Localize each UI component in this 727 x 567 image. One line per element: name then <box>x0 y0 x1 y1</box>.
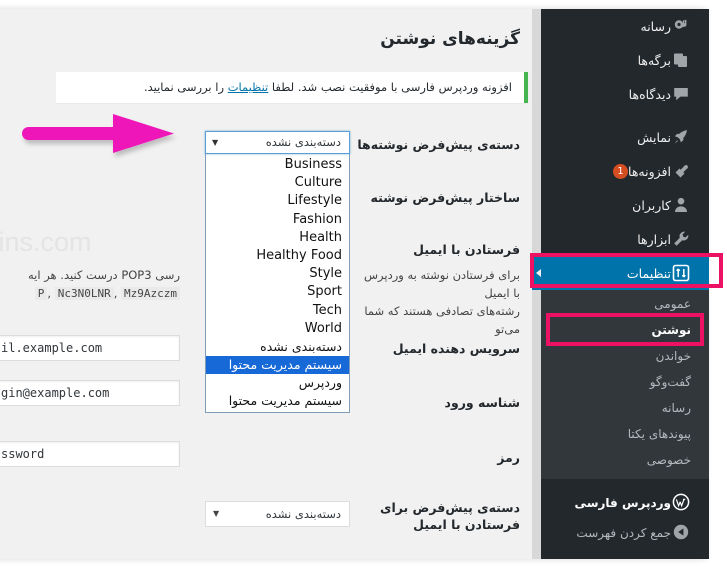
dropdown-option-12[interactable]: سیستم مدیریت محتوا <box>206 356 349 375</box>
update-count-badge: 1 <box>613 164 629 179</box>
notice-settings-link[interactable]: تنظیمات <box>228 80 269 94</box>
label-mail-server: سرویس دهنده ایمیل <box>392 341 520 356</box>
label-password: رمز <box>497 450 520 465</box>
post-via-email-description-left: رسی POP3 درست کنید. هر ایه P, Nc3N0LNR, … <box>5 266 180 303</box>
chevron-down-icon: ▼ <box>213 509 220 518</box>
desc-left-line-1: رسی POP3 درست کنید. هر ایه <box>28 268 180 282</box>
sidebar-item-label: کاربران <box>632 197 671 213</box>
screenshot-root: گزینه‌های نوشتن افزونه وردپرس فارسی با م… <box>0 0 727 567</box>
default-category-option-list[interactable]: Business Culture Lifestyle Fashion Health Hea… <box>205 154 350 413</box>
label-login-name: شناسه ورود <box>444 395 520 410</box>
success-notice: افزونه وردپرس فارسی با موفقیت نصب شد. لط… <box>56 72 528 103</box>
sidebar-footer-label: جمع کردن فهرست <box>576 525 671 540</box>
dropdown-option-14[interactable]: سیستم مدیریت محتوا <box>206 392 349 410</box>
tools-icon <box>671 229 691 249</box>
wp-fa-icon <box>671 492 691 512</box>
submenu-item-3[interactable]: خواندن <box>532 343 709 369</box>
sidebar-item-label: تنظیمات <box>626 265 671 281</box>
submenu-item-5[interactable]: رسانه <box>532 395 709 421</box>
login-name-input[interactable]: gin@example.com <box>0 380 180 406</box>
admin-sidebar: رسانه برگه‌ها دیدگاه‌ها نمایش افزونه‌ها1 کارب… <box>532 9 709 559</box>
default-category-dropdown[interactable]: ▼ دسته‌بندی نشده Business Culture Lifestyl… <box>205 131 350 413</box>
notice-text-after: را بررسی نمایید. <box>143 80 228 94</box>
sidebar-menu: رسانه برگه‌ها دیدگاه‌ها نمایش افزونه‌ها1 کارب… <box>532 9 709 290</box>
label-default-post-format: ساختار پیش‌فرض نوشته <box>370 190 520 205</box>
dropdown-option-9[interactable]: Tech <box>206 302 349 320</box>
dropdown-option-6[interactable]: Healthy Food <box>206 247 349 265</box>
submenu-item-1[interactable]: عمومی <box>532 291 709 317</box>
default-category-select-trigger[interactable]: ▼ دسته‌بندی نشده <box>205 131 350 154</box>
comments-icon <box>671 84 691 104</box>
sidebar-item-label: رسانه <box>640 18 672 34</box>
submenu-item-4[interactable]: گفت‌وگو <box>532 369 709 395</box>
sidebar-spacer <box>532 479 709 487</box>
settings-submenu: عمومی نوشتن خواندن گفت‌وگو رسانه پیوندهای یکت… <box>532 290 709 479</box>
mail-server-input[interactable]: il.example.com <box>0 335 180 361</box>
sidebar-item-6[interactable]: کاربران <box>532 188 709 222</box>
dropdown-option-4[interactable]: Fashion <box>206 211 349 229</box>
collapse-icon <box>671 522 691 542</box>
sidebar-item-7[interactable]: ابزارها <box>532 222 709 256</box>
sidebar-item-8[interactable]: تنظیمات <box>532 256 709 290</box>
sidebar-item-1[interactable]: رسانه <box>532 9 709 43</box>
label-default-mail-category: دسته‌ی پیش‌فرض برای فرستادن با ایمیل <box>380 499 520 533</box>
default-category-selected-value: دسته‌بندی نشده <box>265 135 341 149</box>
dropdown-option-8[interactable]: Sport <box>206 283 349 301</box>
submenu-item-7[interactable]: خصوصی <box>532 447 709 473</box>
dropdown-option-11[interactable]: دسته‌بندی نشده <box>206 338 349 356</box>
sidebar-item-label: افزونه‌ها <box>628 163 671 179</box>
sidebar-item-label: دیدگاه‌ها <box>628 86 671 102</box>
sidebar-item-label: نمایش <box>637 129 671 145</box>
label-default-mail-category-line1: دسته‌ی پیش‌فرض برای <box>379 500 520 515</box>
sidebar-item-2[interactable]: برگه‌ها <box>532 43 709 77</box>
dropdown-option-3[interactable]: Lifestyle <box>206 192 349 210</box>
sidebar-item-label: برگه‌ها <box>637 52 671 68</box>
sidebar-footer-label: وردپرس فارسی <box>574 495 671 510</box>
notice-text-before: افزونه وردپرس فارسی با موفقیت نصب شد. لط… <box>268 80 512 94</box>
submenu-item-6[interactable]: پیوندهای یکتا <box>532 421 709 447</box>
sidebar-footer: وردپرس فارسی جمع کردن فهرست <box>532 487 709 547</box>
sidebar-item-5[interactable]: افزونه‌ها1 <box>532 154 709 188</box>
code-token-3: Mz9Azczm <box>121 287 180 300</box>
label-default-mail-category-line2: فرستادن با ایمیل <box>413 517 520 532</box>
password-input[interactable]: ssword <box>0 441 180 467</box>
chevron-down-icon: ▼ <box>212 138 219 147</box>
default-mail-category-value: دسته‌بندی نشده <box>265 507 341 521</box>
code-token-1: P <box>34 287 48 300</box>
sidebar-footer-item-2[interactable]: جمع کردن فهرست <box>532 517 709 547</box>
sidebar-item-4[interactable]: نمایش <box>532 120 709 154</box>
sidebar-item-3[interactable]: دیدگاه‌ها <box>532 77 709 111</box>
pages-icon <box>671 50 691 70</box>
media-icon <box>671 16 691 36</box>
code-sep-2: , <box>113 286 122 300</box>
dropdown-option-13[interactable]: وردپرس <box>206 374 349 392</box>
dropdown-option-1[interactable]: Business <box>206 156 349 174</box>
submenu-item-2[interactable]: نوشتن <box>532 317 709 343</box>
post-via-email-description: برای فرستادن نوشته به وردپرس با ایمیل رش… <box>360 266 520 338</box>
default-mail-category-select[interactable]: ▼ دسته‌بندی نشده <box>205 501 350 527</box>
code-sep-1: , <box>47 286 55 300</box>
plugins-icon <box>671 161 691 181</box>
desc-codes: P, Nc3N0LNR, Mz9Azczm <box>34 284 180 303</box>
appearance-icon <box>671 127 691 147</box>
sidebar-item-label: ابزارها <box>637 231 671 247</box>
sidebar-separator <box>532 111 709 120</box>
page-title: گزینه‌های نوشتن <box>380 29 520 49</box>
dropdown-option-2[interactable]: Culture <box>206 174 349 192</box>
admin-page-frame: گزینه‌های نوشتن افزونه وردپرس فارسی با م… <box>0 9 709 559</box>
dropdown-option-10[interactable]: World <box>206 320 349 338</box>
notice-text: افزونه وردپرس فارسی با موفقیت نصب شد. لط… <box>56 72 524 103</box>
sidebar-footer-item-1[interactable]: وردپرس فارسی <box>532 487 709 517</box>
label-default-category: دسته‌ی پیش‌فرض نوشته‌ها <box>357 137 520 152</box>
desc-line-2: رشته‌های تصادفی هستند که شما می‌تو <box>364 304 520 336</box>
main-content: گزینه‌های نوشتن افزونه وردپرس فارسی با م… <box>0 9 532 559</box>
label-post-via-email: فرستادن با ایمیل <box>413 242 520 257</box>
code-token-2: Nc3N0LNR <box>54 287 114 300</box>
settings-icon <box>671 263 691 283</box>
desc-line-1: برای فرستادن نوشته به وردپرس با ایمیل <box>364 268 520 300</box>
dropdown-option-5[interactable]: Health <box>206 229 349 247</box>
watermark: mins.com <box>0 227 92 257</box>
users-icon <box>671 195 691 215</box>
dropdown-option-7[interactable]: Style <box>206 265 349 283</box>
